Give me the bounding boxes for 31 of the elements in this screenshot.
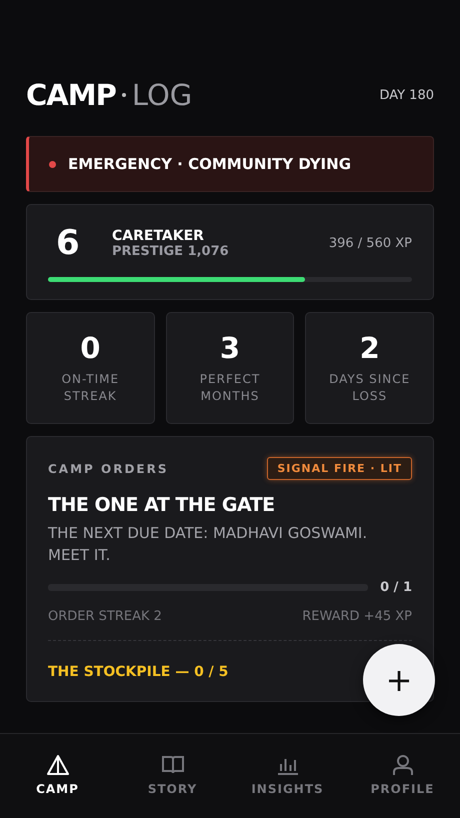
stat-label: ON-TIME STREAK (60, 371, 120, 405)
order-title: THE ONE AT THE GATE (48, 494, 276, 516)
level-number: 6 (55, 223, 81, 263)
stat-value: 2 (360, 331, 380, 365)
separator-dot (122, 93, 126, 97)
stat-value: 0 (80, 331, 100, 365)
stockpile-text: THE STOCKPILE — 0 / 5 (48, 664, 228, 680)
nav-tab[interactable]: CAMP (8, 754, 108, 796)
order-description: THE NEXT DUE DATE: MADHAVI GOSWAMI. MEET IT. (48, 523, 368, 566)
day-counter: DAY 180 (379, 88, 434, 102)
prestige-text: PRESTIGE 1,076 (112, 244, 230, 258)
stat-label: PERFECT MONTHS (198, 371, 262, 405)
app-subtitle: LOG (132, 78, 192, 112)
user-icon (390, 754, 414, 776)
reward-text: REWARD +45 XP (302, 609, 412, 624)
rank-title: CARETAKER (112, 228, 205, 244)
tent-icon (46, 754, 70, 776)
order-streak: ORDER STREAK 2 (48, 609, 162, 624)
status-badge: SIGNAL FIRE · LIT (267, 457, 412, 480)
app-title: CAMP (26, 78, 116, 112)
nav-tab[interactable]: PROFILE (352, 754, 452, 796)
stat-label: DAYS SINCE LOSS (328, 371, 412, 405)
alert-dot-icon (49, 160, 56, 168)
xp-text: 396 / 560 XP (328, 236, 412, 250)
section-heading: CAMP ORDERS (48, 462, 168, 476)
alert-text: EMERGENCY · COMMUNITY DYING (68, 155, 352, 173)
nav-tab[interactable]: INSIGHTS (238, 754, 338, 796)
order-count: 0 / 1 (380, 580, 412, 595)
nav-tab[interactable]: STORY (122, 754, 222, 796)
stat-value: 3 (220, 331, 240, 365)
book-icon (160, 754, 184, 776)
